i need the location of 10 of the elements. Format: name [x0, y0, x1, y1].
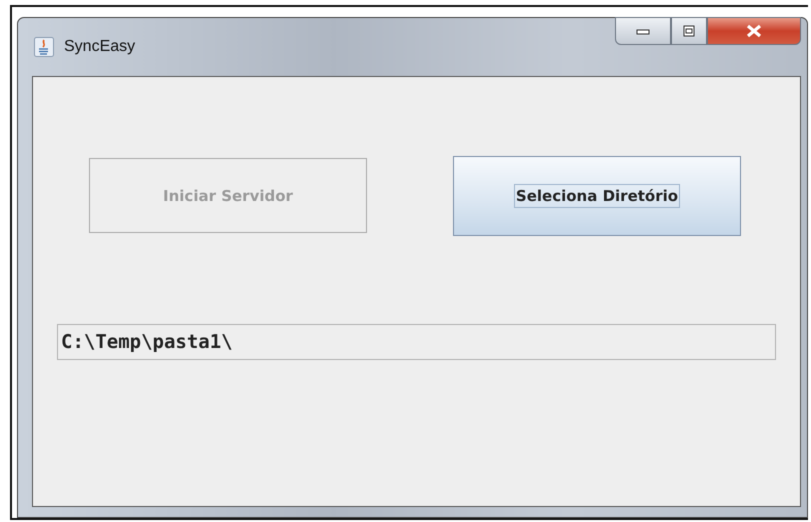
- select-directory-button[interactable]: Seleciona Diretório: [453, 156, 741, 236]
- maximize-icon: [683, 25, 695, 37]
- app-icon: [34, 37, 54, 57]
- close-button[interactable]: [707, 17, 801, 45]
- maximize-button[interactable]: [671, 17, 707, 45]
- minimize-button[interactable]: [615, 17, 671, 45]
- path-field[interactable]: C:\Temp\pasta1\: [57, 324, 776, 360]
- window-title: SyncEasy: [64, 38, 136, 56]
- minimize-icon: [636, 27, 650, 35]
- close-icon: [745, 24, 763, 38]
